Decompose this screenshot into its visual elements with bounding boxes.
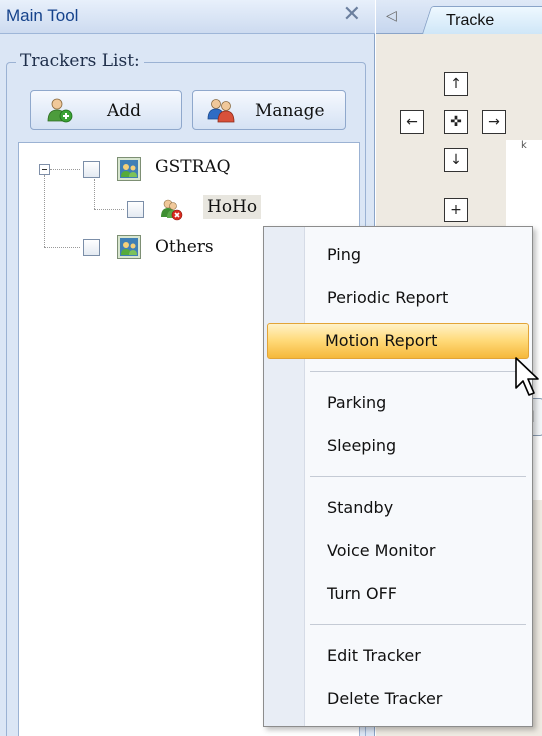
user-add-icon: [47, 98, 73, 123]
tree-node-label[interactable]: Others: [151, 235, 218, 259]
group-icon: [117, 157, 141, 181]
menu-item-label: Delete Tracker: [327, 689, 443, 708]
menu-separator: [310, 624, 526, 625]
menu-item-label: Turn OFF: [327, 584, 398, 603]
tree-checkbox[interactable]: [127, 201, 144, 218]
tree-connector: [94, 179, 95, 209]
pan-center-button[interactable]: ✜: [444, 110, 468, 134]
menu-item-label: Periodic Report: [327, 288, 449, 307]
menu-item-parking[interactable]: Parking: [267, 385, 529, 421]
menu-item-sleeping[interactable]: Sleeping: [267, 428, 529, 464]
tree-connector: [94, 209, 124, 210]
zoom-in-button[interactable]: +: [444, 198, 468, 222]
menu-item-label: Edit Tracker: [327, 646, 421, 665]
menu-item-periodic-report[interactable]: Periodic Report: [267, 280, 529, 316]
menu-item-label: Motion Report: [325, 331, 438, 350]
tree-connector: [44, 247, 80, 248]
tree-connector: [44, 175, 45, 247]
tracker-offline-icon: [161, 199, 183, 221]
pan-right-button[interactable]: →: [482, 110, 506, 134]
tree-checkbox[interactable]: [83, 161, 100, 178]
tab-strip: ◁ Tracke: [376, 0, 542, 34]
menu-separator: [310, 476, 526, 477]
menu-separator: [310, 371, 526, 372]
manage-button-label: Manage: [255, 101, 325, 121]
menu-item-turn-off[interactable]: Turn OFF: [267, 576, 529, 612]
tree-connector: [50, 169, 80, 170]
tree-collapse-toggle[interactable]: [39, 164, 50, 175]
manage-button[interactable]: Manage: [192, 90, 346, 130]
menu-item-label: Ping: [327, 245, 362, 264]
menu-item-edit-tracker[interactable]: Edit Tracker: [267, 638, 529, 674]
panel-header: Main Tool ✕: [0, 0, 375, 34]
trackers-list-label: Trackers List:: [16, 51, 144, 71]
pan-down-button[interactable]: ↓: [444, 148, 468, 172]
menu-item-standby[interactable]: Standby: [267, 490, 529, 526]
pan-up-button[interactable]: ↑: [444, 72, 468, 96]
map-road-label: k: [521, 140, 527, 151]
tree-checkbox[interactable]: [83, 239, 100, 256]
panel-title: Main Tool: [6, 6, 79, 25]
menu-item-ping[interactable]: Ping: [267, 237, 529, 273]
menu-item-delete-tracker[interactable]: Delete Tracker: [267, 681, 529, 717]
add-button-label: Add: [107, 101, 142, 121]
tree-node-label-selected[interactable]: HoHo: [203, 195, 262, 219]
tab-scroll-left-icon[interactable]: ◁: [386, 8, 397, 24]
menu-item-voice-monitor[interactable]: Voice Monitor: [267, 533, 529, 569]
users-manage-icon: [207, 99, 235, 123]
tree-node-label[interactable]: GSTRAQ: [151, 155, 235, 179]
menu-item-label: Sleeping: [327, 436, 397, 455]
group-icon: [117, 235, 141, 259]
mouse-cursor-icon: [515, 357, 539, 396]
menu-item-motion-report[interactable]: Motion Report: [267, 323, 529, 359]
close-icon[interactable]: ✕: [343, 2, 361, 27]
add-button[interactable]: Add: [30, 90, 182, 130]
pan-left-button[interactable]: ←: [400, 110, 424, 134]
tab-tracker-label: Tracke: [446, 12, 495, 29]
context-menu: Ping Periodic Report Motion Report Parki…: [263, 226, 533, 727]
menu-item-label: Voice Monitor: [327, 541, 436, 560]
menu-item-label: Parking: [327, 393, 387, 412]
menu-item-label: Standby: [327, 498, 394, 517]
